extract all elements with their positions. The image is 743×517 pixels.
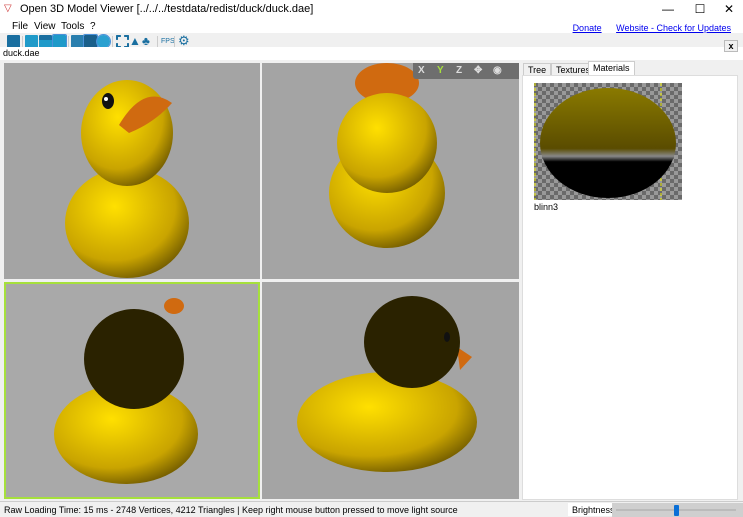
viewport-active[interactable] — [4, 282, 260, 499]
menu-view[interactable]: View — [34, 21, 56, 32]
slider-thumb[interactable] — [674, 505, 679, 516]
axis-x-button[interactable]: X — [418, 65, 425, 76]
material-thumbnail[interactable] — [534, 83, 682, 200]
donate-link[interactable]: Donate — [573, 23, 602, 33]
pan-icon[interactable]: ✥ — [474, 65, 482, 76]
brightness-slider[interactable] — [612, 503, 743, 517]
status-text: Raw Loading Time: 15 ms - 2748 Vertices,… — [4, 505, 458, 515]
document-tab[interactable]: duck.dae — [3, 48, 40, 58]
website-link[interactable]: Website - Check for Updates — [616, 23, 731, 33]
document-tabs — [0, 47, 743, 60]
app-icon: ▽ — [4, 3, 12, 14]
duck-model-back — [54, 298, 198, 484]
viewport-toolbar: X Y Z ✥ ◉ — [413, 63, 519, 79]
maximize-button[interactable]: ☐ — [685, 0, 715, 19]
close-button[interactable]: ✕ — [714, 0, 743, 19]
viewport-perspective[interactable] — [4, 63, 260, 279]
duck-model-side — [297, 296, 477, 472]
axis-z-button[interactable]: Z — [456, 65, 462, 76]
minimize-button[interactable]: — — [653, 0, 683, 19]
eye-icon[interactable]: ◉ — [493, 65, 502, 76]
axis-y-button[interactable]: Y — [437, 65, 444, 76]
viewport-top[interactable] — [262, 63, 519, 279]
duck-model-top — [329, 63, 445, 248]
viewport-side[interactable] — [262, 282, 519, 499]
fps-button[interactable]: FPS — [161, 38, 175, 45]
menu-help[interactable]: ? — [90, 21, 96, 32]
menu-file[interactable]: File — [12, 21, 28, 32]
menu-tools[interactable]: Tools — [61, 21, 84, 32]
material-name: blinn3 — [534, 202, 559, 212]
tab-materials[interactable]: Materials — [588, 61, 635, 75]
close-document-button[interactable]: x — [724, 40, 738, 52]
tab-tree[interactable]: Tree — [523, 63, 552, 75]
brightness-label: Brightness — [568, 503, 615, 516]
window-title: Open 3D Model Viewer [../../../testdata/… — [20, 3, 314, 15]
duck-model — [65, 80, 189, 278]
